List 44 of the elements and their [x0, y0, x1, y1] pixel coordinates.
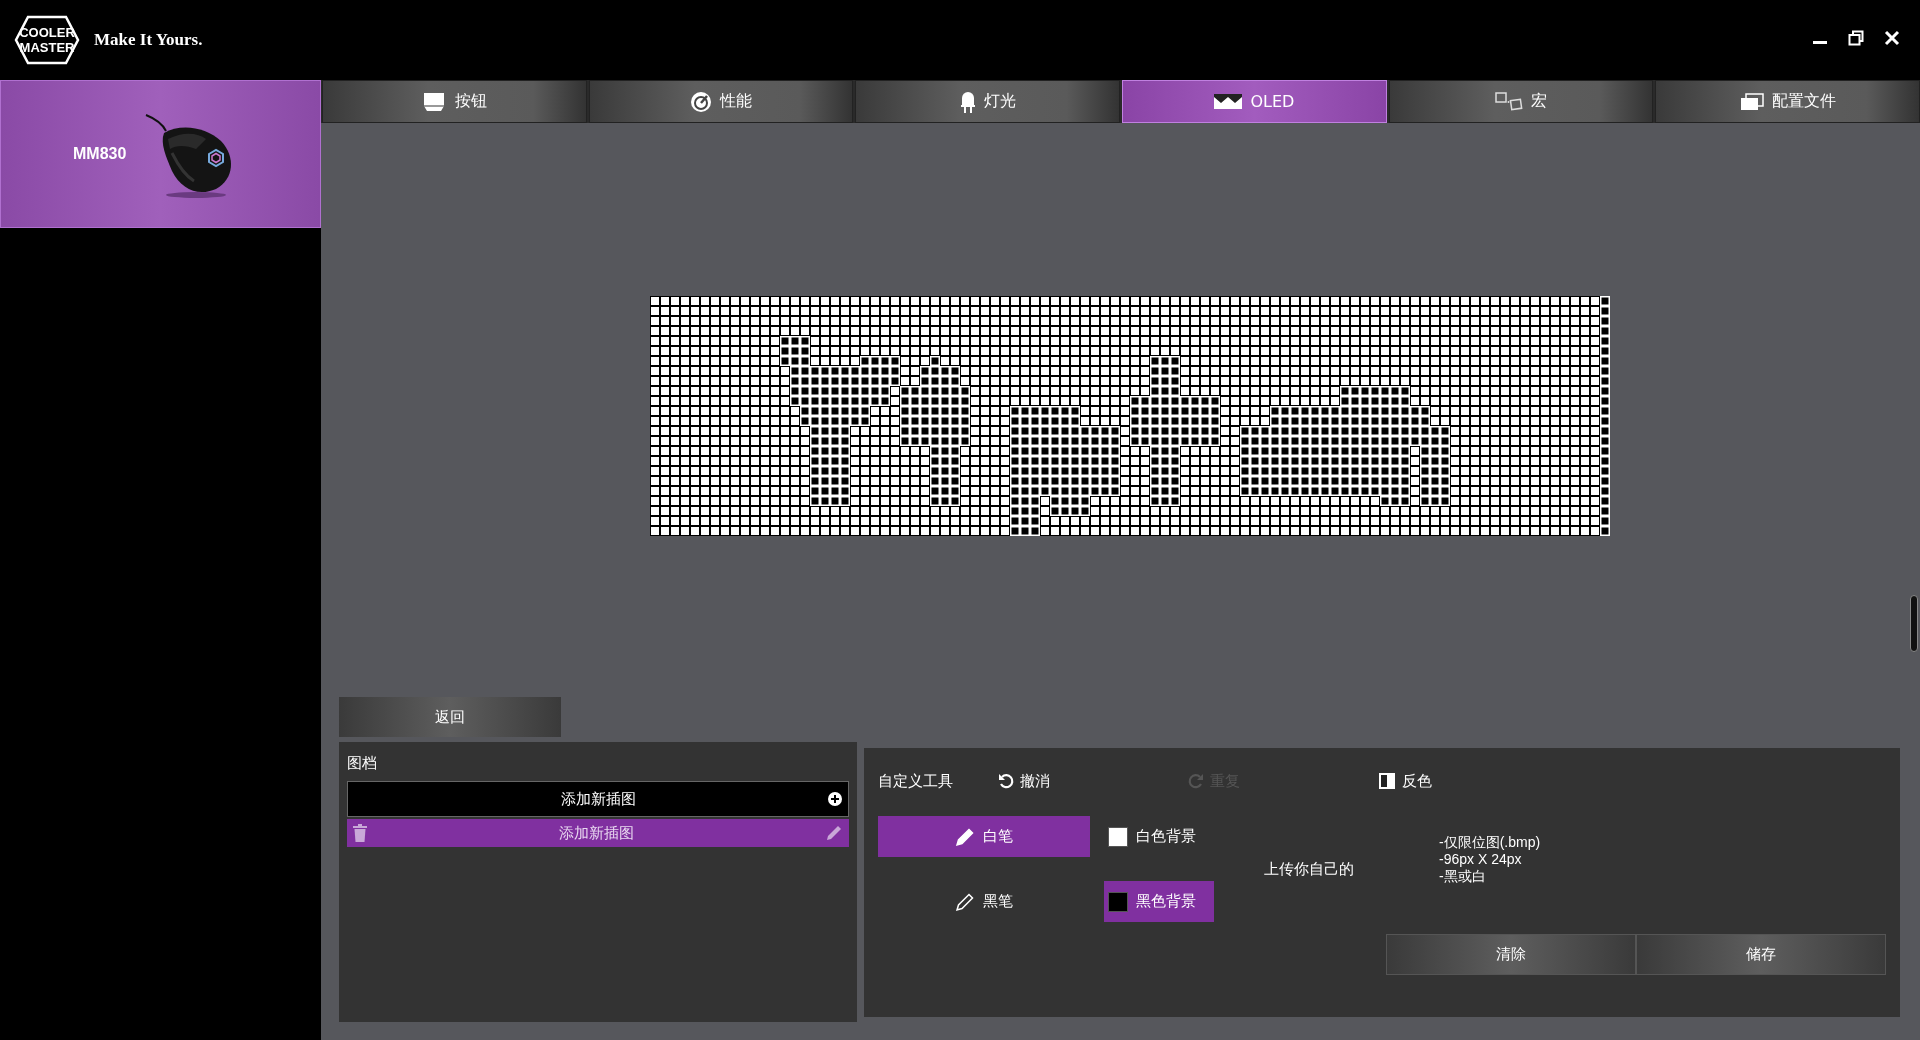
- tab[interactable]: 性能: [588, 80, 854, 123]
- trash-icon[interactable]: [353, 824, 367, 842]
- undo-icon: [998, 773, 1014, 789]
- back-button[interactable]: 返回: [339, 697, 561, 737]
- upload-note: -仅限位图(.bmp): [1439, 833, 1541, 851]
- invert-button[interactable]: 反色: [1378, 771, 1568, 791]
- action-button[interactable]: 清除: [1386, 934, 1636, 975]
- background-option[interactable]: 白色背景: [1104, 816, 1214, 857]
- restore-icon[interactable]: [1848, 30, 1864, 46]
- oled-icon: [1214, 93, 1243, 110]
- tab[interactable]: 按钮: [322, 80, 587, 123]
- bulb-icon: [959, 89, 976, 114]
- upload-note: -96px X 24px: [1439, 850, 1523, 868]
- tab[interactable]: OLED: [1122, 80, 1387, 123]
- undo-button[interactable]: 撤消: [998, 771, 1188, 791]
- tagline: Make It Yours.: [94, 30, 203, 50]
- stacked-cards-icon: [1739, 92, 1764, 111]
- tab[interactable]: 灯光: [855, 80, 1120, 123]
- device-name: MM830: [73, 145, 127, 163]
- pen-button[interactable]: 白笔: [878, 816, 1090, 857]
- pencil-icon[interactable]: [825, 824, 843, 842]
- add-image-button[interactable]: 添加新插图: [347, 781, 849, 817]
- image-list-item[interactable]: 添加新插图: [347, 819, 849, 847]
- action-button[interactable]: 储存: [1636, 934, 1886, 975]
- tab[interactable]: 宏: [1388, 80, 1654, 123]
- tools-title: 自定义工具: [878, 771, 954, 791]
- tab[interactable]: 配置文件: [1655, 80, 1920, 123]
- plus-icon: [828, 792, 842, 806]
- macro-keys-icon: [1495, 91, 1523, 112]
- device-card[interactable]: MM830: [0, 80, 321, 228]
- pen-button[interactable]: 黑笔: [878, 881, 1090, 922]
- pencil-icon: [955, 891, 975, 912]
- close-icon[interactable]: [1884, 30, 1900, 46]
- image-name: 添加新插图: [557, 823, 635, 843]
- gauge-icon: [690, 90, 712, 113]
- upload-note: -黑或白: [1439, 867, 1487, 885]
- background-option[interactable]: 黑色背景: [1104, 881, 1214, 922]
- redo-icon: [1188, 773, 1204, 789]
- pencil-icon: [955, 826, 975, 847]
- panel-title: 图档: [347, 754, 378, 773]
- scrollbar[interactable]: [1910, 595, 1918, 652]
- invert-icon: [1378, 772, 1396, 790]
- upload-button[interactable]: 上传你自己的: [1264, 859, 1414, 879]
- pixel-canvas[interactable]: [649, 296, 1610, 536]
